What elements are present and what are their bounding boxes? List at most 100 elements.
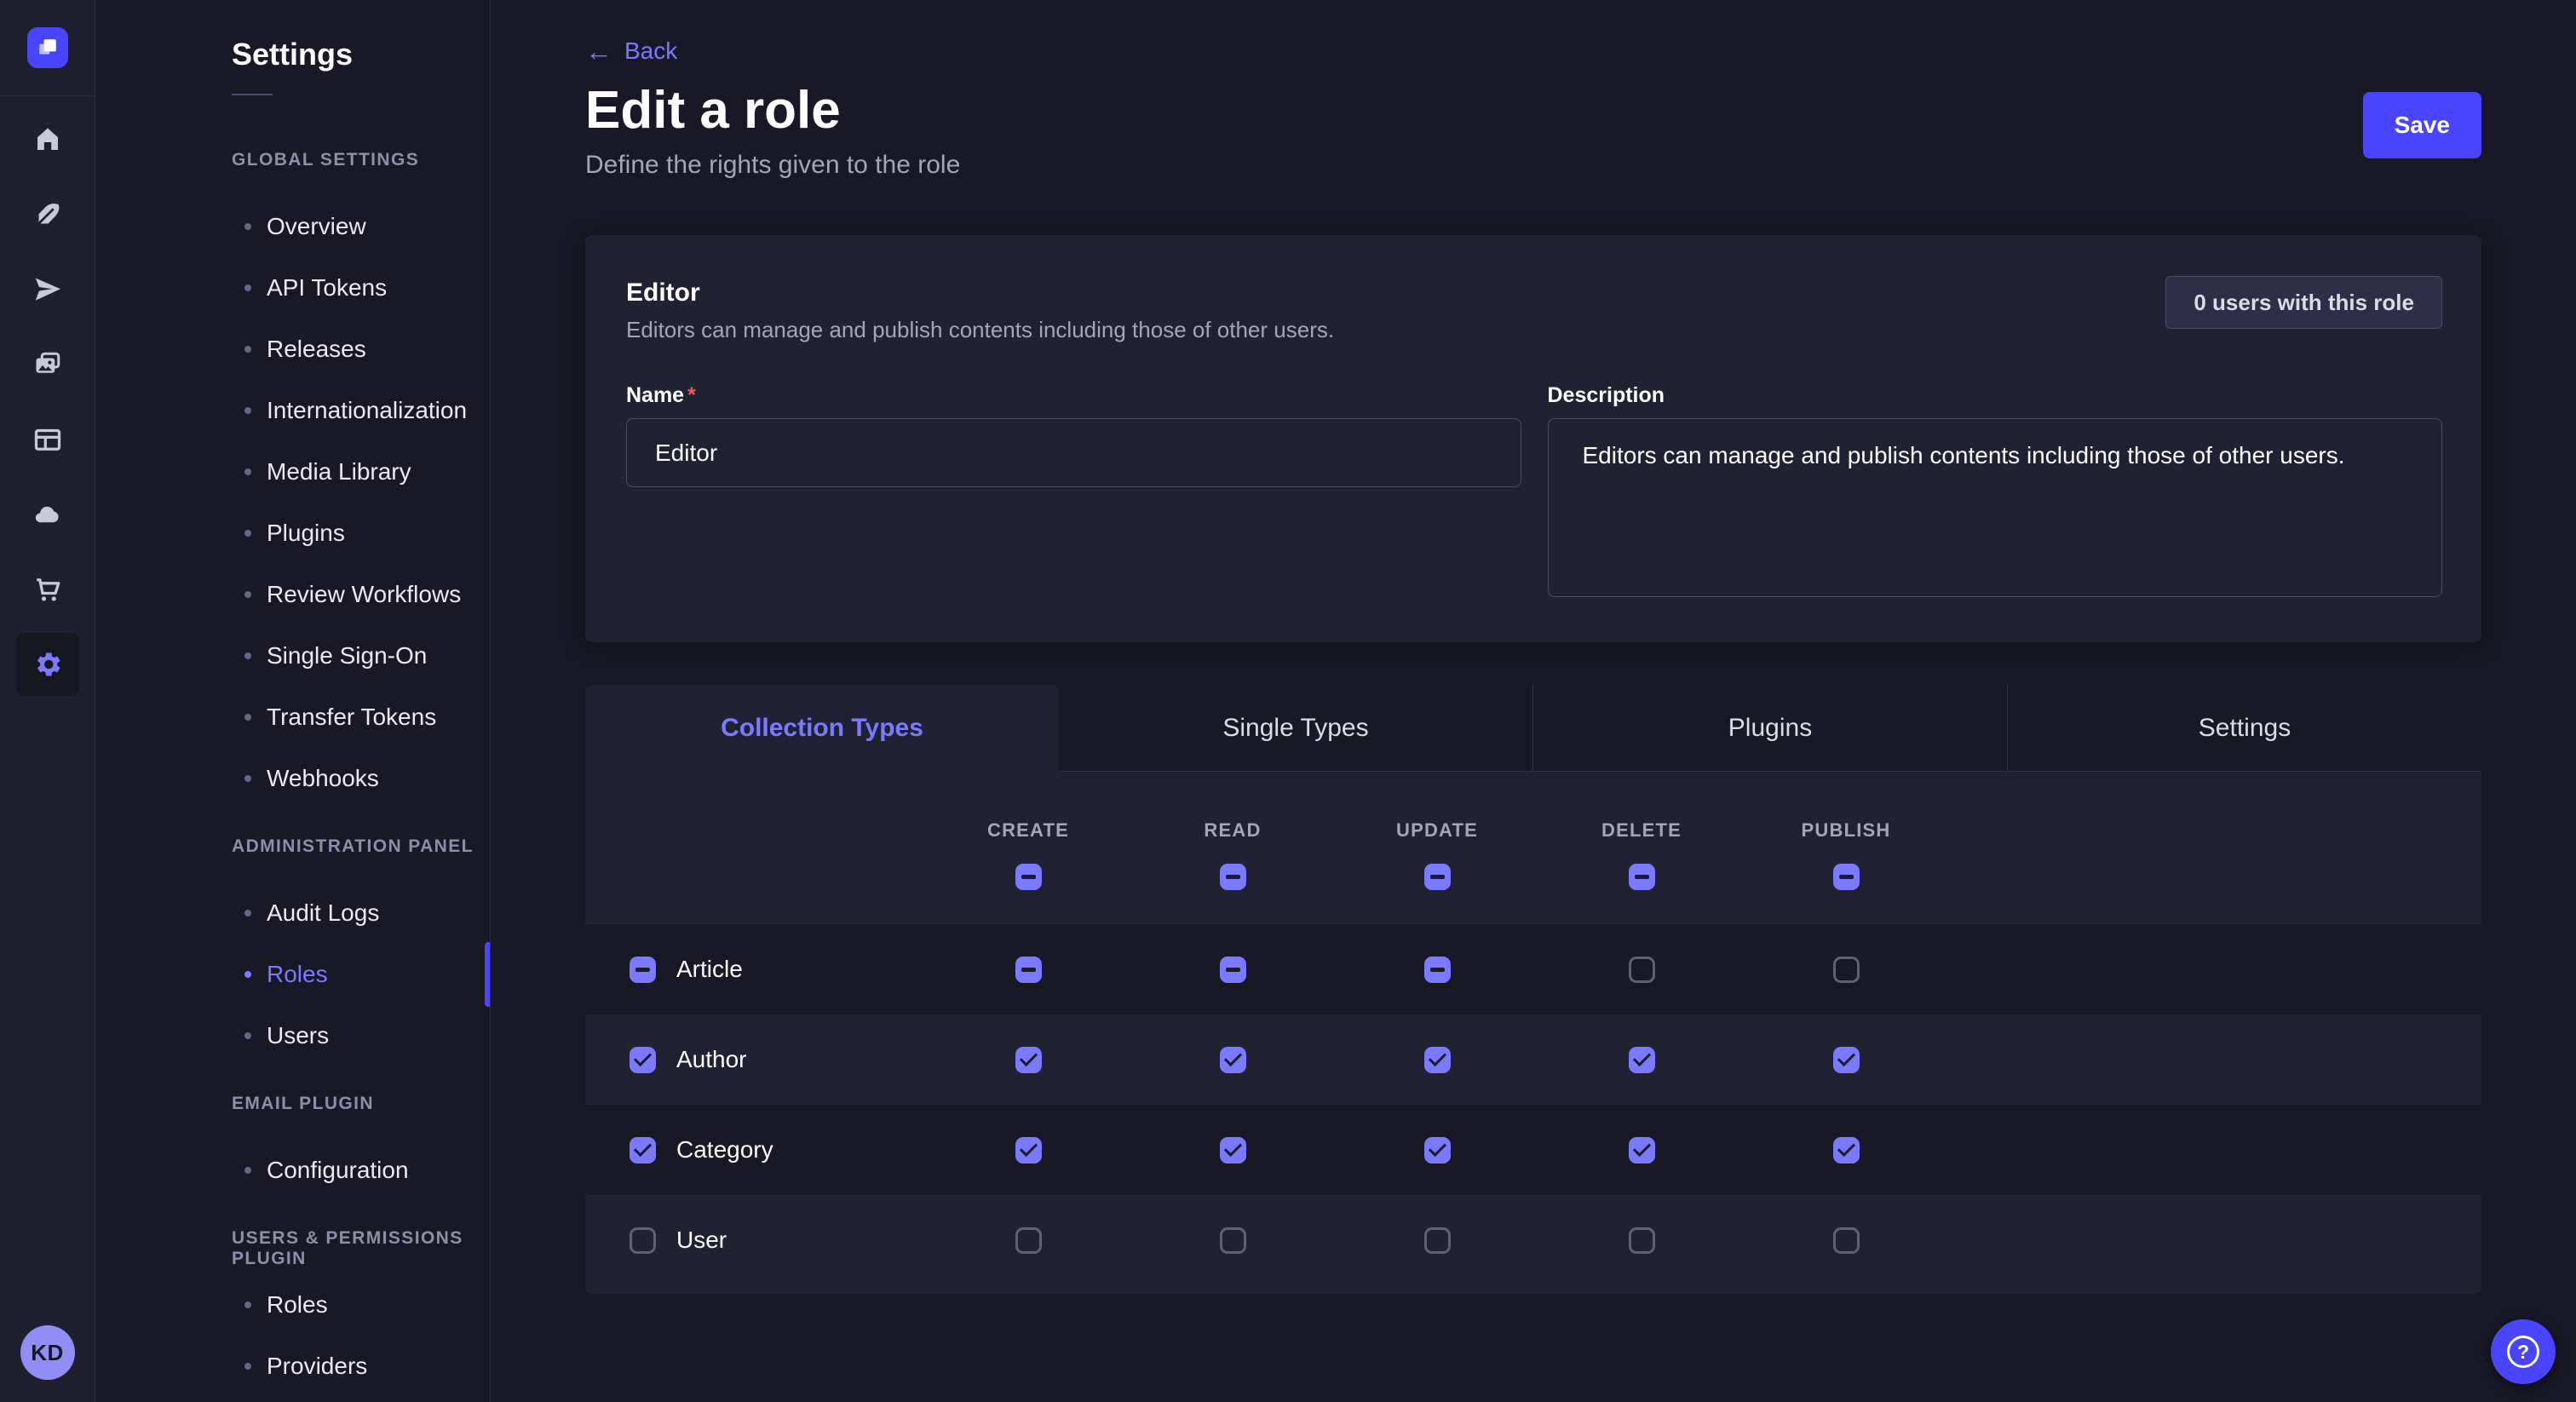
user-avatar[interactable]: KD xyxy=(20,1325,75,1380)
cloud-icon[interactable] xyxy=(16,483,79,546)
category-read-checkbox-checked[interactable] xyxy=(1220,1137,1246,1164)
sidebar-item-label: Roles xyxy=(267,1291,328,1319)
row-author-checkbox-checked[interactable] xyxy=(630,1047,656,1073)
author-create-checkbox-checked[interactable] xyxy=(1015,1047,1042,1073)
select-all-delete-checkbox-indeterminate[interactable] xyxy=(1629,864,1655,890)
sidebar-item-review-workflows[interactable]: Review Workflows xyxy=(95,564,490,625)
category-publish-checkbox-checked[interactable] xyxy=(1833,1137,1860,1164)
bullet-icon xyxy=(244,591,251,598)
permission-row-user: User xyxy=(585,1195,2481,1285)
author-read-checkbox-checked[interactable] xyxy=(1220,1047,1246,1073)
marketplace-cart-icon[interactable] xyxy=(16,558,79,621)
sidebar-item-label: Users xyxy=(267,1022,329,1049)
user-read-checkbox-unchecked[interactable] xyxy=(1220,1227,1246,1254)
sidebar-item-users[interactable]: Users xyxy=(95,1005,490,1066)
content-type-label: Author xyxy=(676,1046,747,1073)
app-window: KD Settings GLOBAL SETTINGSOverviewAPI T… xyxy=(0,0,2576,1402)
column-publish: Publish xyxy=(1744,819,1948,890)
bullet-icon xyxy=(244,530,251,537)
sidebar-item-internationalization[interactable]: Internationalization xyxy=(95,380,490,441)
role-summary: Editors can manage and publish contents … xyxy=(626,315,1334,344)
permission-row-article: Article xyxy=(585,924,2481,1014)
subnav-sections: GLOBAL SETTINGSOverviewAPI TokensRelease… xyxy=(95,150,490,1397)
name-input[interactable] xyxy=(626,418,1521,487)
required-asterisk: * xyxy=(687,383,696,407)
sidebar-item-single-sign-on[interactable]: Single Sign-On xyxy=(95,625,490,687)
user-update-checkbox-unchecked[interactable] xyxy=(1424,1227,1451,1254)
article-create-checkbox-indeterminate[interactable] xyxy=(1015,957,1042,983)
home-icon[interactable] xyxy=(16,108,79,171)
user-create-checkbox-unchecked[interactable] xyxy=(1015,1227,1042,1254)
save-button[interactable]: Save xyxy=(2363,92,2481,158)
sidebar-item-audit-logs[interactable]: Audit Logs xyxy=(95,882,490,944)
article-publish-checkbox-unchecked[interactable] xyxy=(1833,957,1860,983)
back-link[interactable]: ← Back xyxy=(585,37,677,65)
sidebar-item-releases[interactable]: Releases xyxy=(95,319,490,380)
permission-row-author: Author xyxy=(585,1014,2481,1105)
media-library-pictures-icon[interactable] xyxy=(16,333,79,396)
user-publish-checkbox-unchecked[interactable] xyxy=(1833,1227,1860,1254)
nav-section: USERS & PERMISSIONS PLUGINRolesProviders xyxy=(95,1228,490,1397)
article-delete-checkbox-unchecked[interactable] xyxy=(1629,957,1655,983)
cell-delete xyxy=(1539,1137,1744,1164)
tab-single-types[interactable]: Single Types xyxy=(1059,685,1532,772)
name-field-label: Name* xyxy=(626,383,1521,408)
bullet-icon xyxy=(244,223,251,230)
sidebar-item-label: Releases xyxy=(267,336,366,363)
column-label: Read xyxy=(1204,819,1261,842)
cell-delete xyxy=(1539,1227,1744,1254)
category-update-checkbox-checked[interactable] xyxy=(1424,1137,1451,1164)
sidebar-item-roles[interactable]: Roles xyxy=(95,944,490,1005)
content-type-builder-feather-icon[interactable] xyxy=(16,183,79,246)
sidebar-item-transfer-tokens[interactable]: Transfer Tokens xyxy=(95,687,490,748)
sidebar-item-label: Webhooks xyxy=(267,765,379,792)
select-all-read-checkbox-indeterminate[interactable] xyxy=(1220,864,1246,890)
row-user-checkbox-unchecked[interactable] xyxy=(630,1227,656,1254)
sidebar-item-webhooks[interactable]: Webhooks xyxy=(95,748,490,809)
bullet-icon xyxy=(244,284,251,291)
content-manager-layout-icon[interactable] xyxy=(16,408,79,471)
description-field-group: Description Editors can manage and publi… xyxy=(1548,383,2443,601)
tab-collection-types[interactable]: Collection Types xyxy=(585,685,1059,772)
help-button[interactable] xyxy=(2491,1319,2556,1384)
author-delete-checkbox-checked[interactable] xyxy=(1629,1047,1655,1073)
sidebar-item-api-tokens[interactable]: API Tokens xyxy=(95,257,490,319)
nav-section: ADMINISTRATION PANELAudit LogsRolesUsers xyxy=(95,836,490,1066)
category-delete-checkbox-checked[interactable] xyxy=(1629,1137,1655,1164)
back-arrow-icon: ← xyxy=(585,39,612,63)
sidebar-item-media-library[interactable]: Media Library xyxy=(95,441,490,503)
sidebar-item-plugins[interactable]: Plugins xyxy=(95,503,490,564)
author-publish-checkbox-checked[interactable] xyxy=(1833,1047,1860,1073)
cell-publish xyxy=(1744,1137,1948,1164)
cell-delete xyxy=(1539,1047,1744,1073)
select-all-publish-checkbox-indeterminate[interactable] xyxy=(1833,864,1860,890)
select-all-update-checkbox-indeterminate[interactable] xyxy=(1424,864,1451,890)
article-update-checkbox-indeterminate[interactable] xyxy=(1424,957,1451,983)
settings-subnav: Settings GLOBAL SETTINGSOverviewAPI Toke… xyxy=(95,0,491,1402)
column-delete: Delete xyxy=(1539,819,1744,890)
permissions-rows: ArticleAuthorCategoryUser xyxy=(585,924,2481,1285)
author-update-checkbox-checked[interactable] xyxy=(1424,1047,1451,1073)
settings-gear-icon[interactable] xyxy=(16,633,79,696)
select-all-create-checkbox-indeterminate[interactable] xyxy=(1015,864,1042,890)
bullet-icon xyxy=(244,1363,251,1370)
sidebar-item-configuration[interactable]: Configuration xyxy=(95,1140,490,1201)
sidebar-item-overview[interactable]: Overview xyxy=(95,196,490,257)
row-article-checkbox-indeterminate[interactable] xyxy=(630,957,656,983)
row-category-checkbox-checked[interactable] xyxy=(630,1137,656,1164)
strapi-logo[interactable] xyxy=(27,27,68,68)
sidebar-item-roles[interactable]: Roles xyxy=(95,1274,490,1336)
cell-delete xyxy=(1539,957,1744,983)
description-textarea[interactable]: Editors can manage and publish contents … xyxy=(1548,418,2443,597)
column-update: Update xyxy=(1335,819,1539,890)
tab-settings[interactable]: Settings xyxy=(2007,685,2481,772)
category-create-checkbox-checked[interactable] xyxy=(1015,1137,1042,1164)
article-read-checkbox-indeterminate[interactable] xyxy=(1220,957,1246,983)
role-details-card: Editor Editors can manage and publish co… xyxy=(585,235,2481,642)
cell-read xyxy=(1130,957,1335,983)
user-delete-checkbox-unchecked[interactable] xyxy=(1629,1227,1655,1254)
users-count-badge: 0 users with this role xyxy=(2165,276,2442,329)
deploy-paper-plane-icon[interactable] xyxy=(16,258,79,321)
tab-plugins[interactable]: Plugins xyxy=(1532,685,2007,772)
sidebar-item-providers[interactable]: Providers xyxy=(95,1336,490,1397)
